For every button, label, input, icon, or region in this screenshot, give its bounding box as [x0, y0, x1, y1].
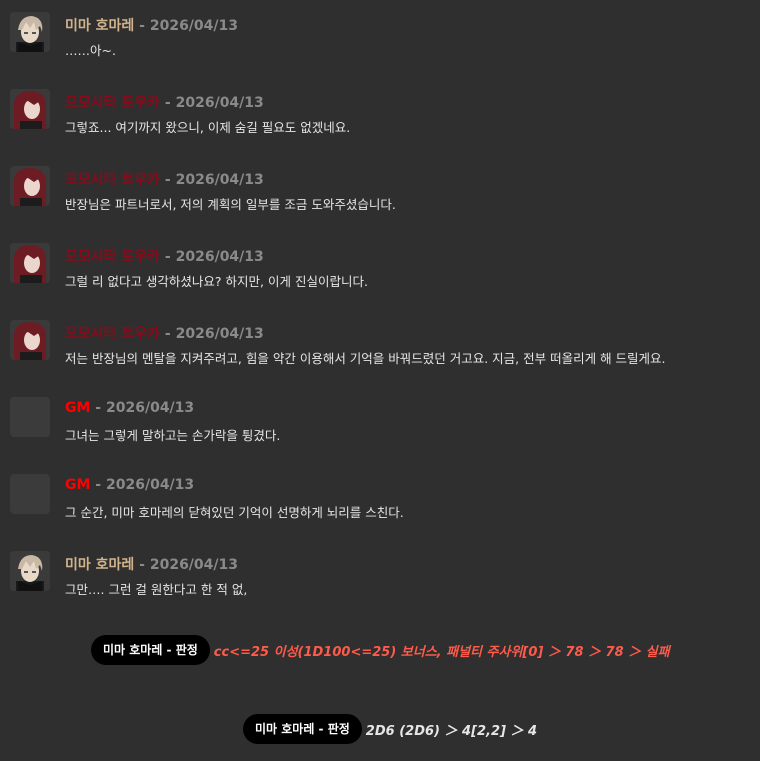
- message-date: 2026/04/13: [149, 557, 238, 573]
- sender-name: 모모시타 토우카: [65, 326, 161, 342]
- chat-message: 미마 호마레 - 2026/04/13 그만…. 그런 걸 원한다고 한 적 없…: [10, 549, 750, 609]
- sender-name: GM: [65, 400, 91, 416]
- message-separator: -: [90, 400, 106, 416]
- message-date: 2026/04/13: [106, 400, 195, 416]
- chat-message: 모모시타 토우카 - 2026/04/13 그럴 리 없다고 생각하셨나요? 하…: [10, 241, 750, 301]
- message-date: 2026/04/13: [175, 326, 264, 342]
- roll-result-text: 2D6 (2D6) ＞ 4[2,2] ＞ 4: [365, 723, 538, 739]
- message-text: 반장님은 파트너로서, 저의 계획의 일부를 조금 도와주셨습니다.: [65, 197, 396, 212]
- message-date: 2026/04/13: [175, 249, 264, 265]
- avatar-placeholder: [10, 474, 50, 514]
- message-header: GM - 2026/04/13: [65, 477, 194, 493]
- message-text: 그녀는 그렇게 말하고는 손가락을 튕겼다.: [65, 428, 281, 443]
- message-separator: -: [134, 557, 150, 573]
- message-header: 모모시타 토우카 - 2026/04/13: [65, 323, 264, 343]
- message-text: 그만…. 그런 걸 원한다고 한 적 없,: [65, 582, 248, 597]
- message-header: 미마 호마레 - 2026/04/13: [65, 15, 238, 35]
- message-date: 2026/04/13: [175, 172, 264, 188]
- message-text: 그럴 리 없다고 생각하셨나요? 하지만, 이게 진실이랍니다.: [65, 274, 368, 289]
- message-separator: -: [90, 477, 106, 493]
- roll-result-text: cc<=25 이성(1D100<=25) 보너스, 패널티 주사위[0] ＞ 7…: [213, 644, 670, 660]
- chat-message: 모모시타 토우카 - 2026/04/13 반장님은 파트너로서, 저의 계획의…: [10, 164, 750, 224]
- avatar-touka: [10, 89, 50, 129]
- message-header: 모모시타 토우카 - 2026/04/13: [65, 169, 264, 189]
- sender-name: 모모시타 토우카: [65, 172, 161, 188]
- chat-log: 미마 호마레 - 2026/04/13 ……아~. 모모시타 토우카 - 202…: [0, 0, 760, 761]
- avatar-touka: [10, 243, 50, 283]
- message-separator: -: [160, 172, 176, 188]
- roll-label: 미마 호마레 - 판정: [91, 635, 210, 665]
- dice-roll-result: 미마 호마레 - 판정 2D6 (2D6) ＞ 4[2,2] ＞ 4: [243, 714, 537, 746]
- message-separator: -: [160, 326, 176, 342]
- message-text: 그 순간, 미마 호마레의 닫혀있던 기억이 선명하게 뇌리를 스친다.: [65, 505, 404, 520]
- avatar-touka: [10, 320, 50, 360]
- dice-roll-result: 미마 호마레 - 판정 cc<=25 이성(1D100<=25) 보너스, 패널티…: [91, 635, 670, 667]
- message-date: 2026/04/13: [106, 477, 195, 493]
- sender-name: 모모시타 토우카: [65, 95, 161, 111]
- sender-name: 미마 호마레: [65, 557, 135, 573]
- sender-name: 미마 호마레: [65, 18, 135, 34]
- roll-label: 미마 호마레 - 판정: [243, 714, 362, 744]
- message-separator: -: [160, 95, 176, 111]
- message-date: 2026/04/13: [175, 95, 264, 111]
- avatar-mima: [10, 12, 50, 52]
- message-text: ……아~.: [65, 43, 116, 58]
- avatar-placeholder: [10, 397, 50, 437]
- message-date: 2026/04/13: [149, 18, 238, 34]
- sender-name: GM: [65, 477, 91, 493]
- message-separator: -: [134, 18, 150, 34]
- chat-message: 모모시타 토우카 - 2026/04/13 그렇죠... 여기까지 왔으니, 이…: [10, 87, 750, 147]
- message-header: 모모시타 토우카 - 2026/04/13: [65, 92, 264, 112]
- message-header: 미마 호마레 - 2026/04/13: [65, 554, 238, 574]
- chat-message: 모모시타 토우카 - 2026/04/13 저는 반장님의 멘탈을 지켜주려고,…: [10, 318, 750, 378]
- message-separator: -: [160, 249, 176, 265]
- message-text: 저는 반장님의 멘탈을 지켜주려고, 힘을 약간 이용해서 기억을 바꿔드렸던 …: [65, 351, 666, 366]
- sender-name: 모모시타 토우카: [65, 249, 161, 265]
- chat-message: GM - 2026/04/13 그 순간, 미마 호마레의 닫혀있던 기억이 선…: [10, 472, 750, 532]
- message-header: GM - 2026/04/13: [65, 400, 194, 416]
- chat-message: GM - 2026/04/13 그녀는 그렇게 말하고는 손가락을 튕겼다.: [10, 395, 750, 455]
- message-header: 모모시타 토우카 - 2026/04/13: [65, 246, 264, 266]
- message-text: 그렇죠... 여기까지 왔으니, 이제 숨길 필요도 없겠네요.: [65, 120, 351, 135]
- avatar-mima: [10, 551, 50, 591]
- chat-message: 미마 호마레 - 2026/04/13 ……아~.: [10, 10, 750, 70]
- avatar-touka: [10, 166, 50, 206]
